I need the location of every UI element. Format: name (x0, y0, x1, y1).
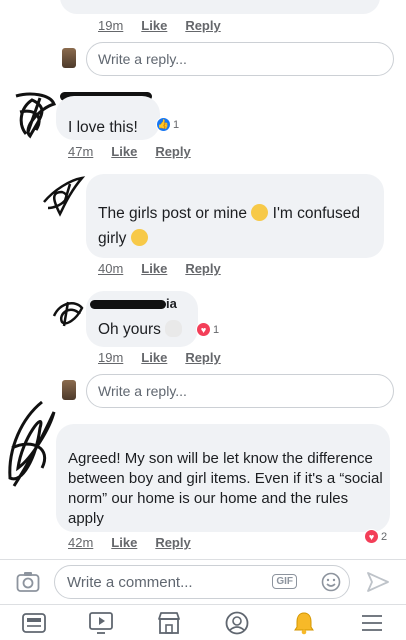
reply-input[interactable]: Write a reply... (86, 42, 394, 76)
tab-profile[interactable] (221, 609, 253, 637)
avatar (62, 380, 76, 400)
thinking-face-icon (251, 204, 269, 221)
comment-bubble-partial (60, 0, 380, 14)
like-button[interactable]: Like (111, 144, 137, 159)
comment-text: Oh yours (98, 317, 183, 342)
laughing-face-icon (130, 229, 148, 246)
comment-meta: 42m Like Reply (68, 535, 191, 550)
comment-author[interactable]: ia (166, 296, 177, 311)
tab-marketplace[interactable] (153, 609, 185, 637)
bottom-tab-bar (0, 604, 406, 640)
timestamp: 19m (98, 18, 124, 33)
gif-button[interactable]: GIF (272, 574, 297, 589)
reaction-badge[interactable]: 👍 1 (156, 117, 179, 132)
news-feed-icon (21, 612, 46, 633)
comment-composer: Write a comment... GIF (0, 559, 406, 603)
comment-placeholder: Write a comment... (67, 574, 193, 591)
comment-meta: 19m Like Reply (98, 350, 221, 365)
timestamp: 42m (68, 535, 94, 550)
comment-text: The girls post or mine I'm confused girl… (98, 201, 378, 251)
comment-bubble: Agreed! My son will be let know the diff… (56, 424, 390, 532)
reaction-badge[interactable]: ♥ 2 (364, 529, 387, 544)
reply-input[interactable]: Write a reply... (86, 374, 394, 408)
timestamp: 19m (98, 350, 124, 365)
comment-input[interactable]: Write a comment... GIF (54, 565, 350, 599)
skull-icon (165, 320, 183, 337)
reaction-badge[interactable]: ♥ 1 (196, 322, 219, 337)
comment-text: Agreed! My son will be let know the diff… (68, 450, 383, 527)
avatar (15, 92, 57, 139)
reaction-count: 2 (381, 530, 388, 543)
avatar (52, 301, 84, 327)
reply-button[interactable]: Reply (155, 535, 190, 550)
like-reaction-icon: 👍 (156, 117, 171, 132)
comment-bubble: I love this! (56, 96, 160, 140)
emoji-icon[interactable] (321, 572, 341, 592)
like-button[interactable]: Like (111, 535, 137, 550)
love-reaction-icon: ♥ (364, 529, 379, 544)
reply-button[interactable]: Reply (185, 350, 220, 365)
reply-button[interactable]: Reply (185, 261, 220, 276)
profile-icon (225, 611, 249, 634)
tab-news-feed[interactable] (18, 609, 50, 637)
comment-meta: 47m Like Reply (68, 144, 191, 159)
comment-meta: 40m Like Reply (98, 261, 221, 276)
notifications-icon (294, 611, 315, 634)
like-button[interactable]: Like (141, 18, 167, 33)
send-icon[interactable] (366, 571, 390, 593)
comment-text-part: The girls post or mine (98, 205, 252, 222)
reaction-count: 1 (213, 323, 220, 336)
avatar (8, 400, 56, 487)
comment-bubble: The girls post or mine I'm confused girl… (86, 174, 384, 258)
comment-text-part: Oh yours (98, 321, 166, 338)
comment-meta: 19m Like Reply (98, 18, 221, 33)
comment-bubble: ia Oh yours (86, 291, 198, 347)
redacted-name (90, 300, 166, 309)
tab-watch[interactable] (85, 609, 117, 637)
timestamp: 47m (68, 144, 94, 159)
tab-notifications[interactable] (288, 609, 320, 637)
reply-button[interactable]: Reply (155, 144, 190, 159)
watch-icon (89, 611, 114, 634)
like-button[interactable]: Like (141, 350, 167, 365)
timestamp: 40m (98, 261, 124, 276)
menu-icon (362, 614, 383, 631)
avatar (62, 48, 76, 68)
love-reaction-icon: ♥ (196, 322, 211, 337)
reply-button[interactable]: Reply (185, 18, 220, 33)
camera-icon[interactable] (16, 571, 40, 593)
tab-menu[interactable] (356, 609, 388, 637)
avatar (43, 176, 86, 217)
like-button[interactable]: Like (141, 261, 167, 276)
comment-text: I love this! (68, 119, 138, 136)
reaction-count: 1 (173, 118, 180, 131)
marketplace-icon (158, 611, 181, 634)
